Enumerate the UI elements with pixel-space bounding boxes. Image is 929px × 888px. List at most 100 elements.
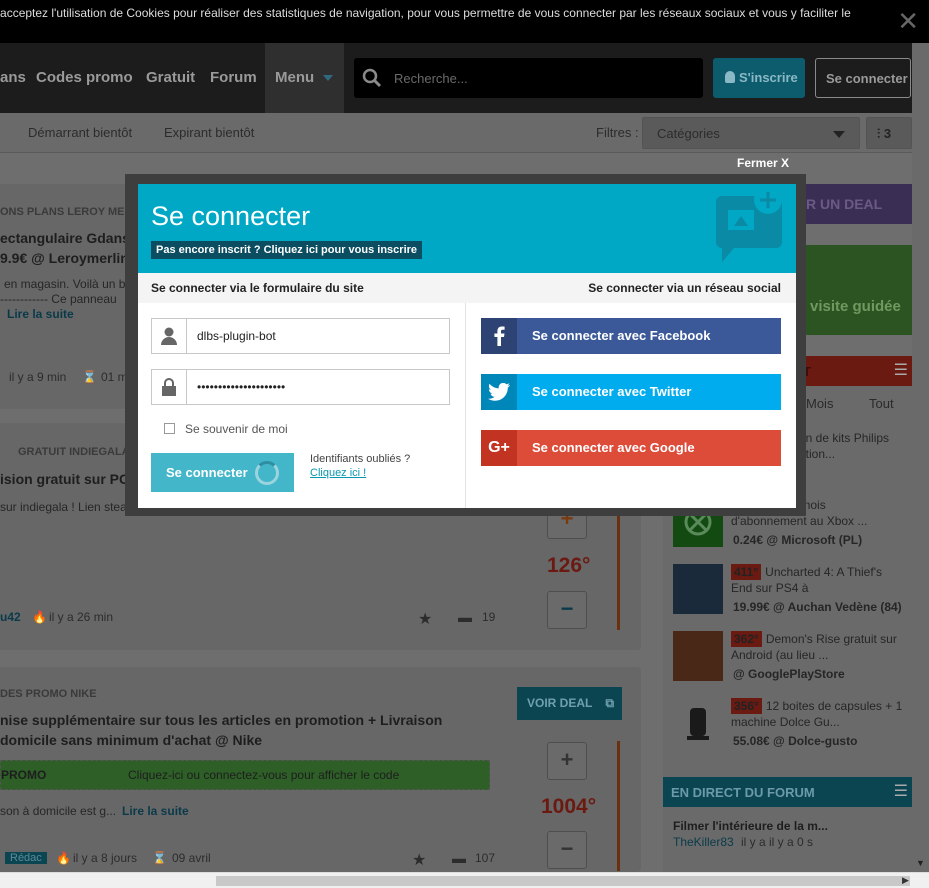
comment-count[interactable]: 19 <box>482 610 495 624</box>
vertical-scrollbar[interactable]: ▼ <box>912 43 929 872</box>
modal-subheader: Se connecter via le formulaire du site S… <box>138 273 796 303</box>
deal-time: il y a 9 min <box>9 370 67 384</box>
menu-label: Menu <box>275 69 315 86</box>
forgot-credentials: Identifiants oubliés ? Cliquez ici ! <box>310 452 410 480</box>
deal-shop[interactable]: GRATUIT INDIEGALA <box>18 446 130 458</box>
deal-title-line1[interactable]: ectangulaire Gdansk <box>0 228 138 248</box>
nav-link-gratuit[interactable]: Gratuit <box>146 69 195 86</box>
nav-link-bons-plans[interactable]: ans <box>0 69 26 86</box>
forum-body: Filmer l'intérieure de la m... TheKiller… <box>663 807 912 872</box>
read-more-link[interactable]: Lire la suite <box>122 804 189 818</box>
sort-icon[interactable]: ☰ <box>894 781 908 801</box>
google-login-button[interactable]: G+ Se connecter avec Google <box>481 430 781 466</box>
flame-icon: 🔥 <box>56 851 71 865</box>
hot-deal-item[interactable]: 411° Uncharted 4: A Thief's End sur PS4 à… <box>673 564 903 624</box>
hot-deal-temperature: 356° <box>731 698 762 714</box>
nav-link-forum[interactable]: Forum <box>210 69 257 86</box>
forum-header: EN DIRECT DU FORUM ☰ <box>663 777 912 807</box>
promo-code-text: Cliquez-ici ou connectez-vous pour affic… <box>128 768 400 782</box>
read-more-link[interactable]: Lire la suite <box>7 307 74 321</box>
username-input[interactable] <box>197 328 442 344</box>
comment-icon[interactable]: ▬ <box>452 850 466 866</box>
filter-count-button[interactable]: ⫶ 3 <box>866 117 912 149</box>
hot-deal-item[interactable]: 362° Demon's Rise gratuit sur Android (au… <box>673 631 903 691</box>
deal-time: il y a 8 jours <box>73 851 138 865</box>
promo-code-box[interactable]: PROMO Cliquez-ici ou connectez-vous pour… <box>0 760 490 790</box>
deal-text: en magasin. Voilà un bo <box>4 277 133 291</box>
password-field[interactable] <box>151 369 450 405</box>
deal-shop[interactable]: ONS PLANS LEROY MERLI <box>0 206 142 218</box>
checkbox-icon[interactable] <box>164 423 175 434</box>
deal-title-line2[interactable]: domicile sans minimum d'achat @ Nike <box>0 730 262 750</box>
vote-up-button[interactable]: + <box>547 742 587 780</box>
star-icon[interactable]: ★ <box>418 609 432 629</box>
hot-deal-price: 55.08€ @ Dolce-gusto <box>733 734 858 748</box>
deal-title-line1[interactable]: ision gratuit sur PC ( <box>0 469 138 489</box>
hot-deal-title: 356° 12 boites de capsules + 1 machine Do… <box>731 698 903 730</box>
user-icon <box>152 319 187 353</box>
username-field[interactable] <box>151 318 450 354</box>
close-icon[interactable]: ✕ <box>897 8 919 34</box>
star-icon[interactable]: ★ <box>412 850 426 870</box>
tab-all[interactable]: Tout <box>869 396 894 411</box>
cookie-text: Vous acceptez l'utilisation de Cookies p… <box>0 6 851 20</box>
tab-starting-soon[interactable]: Démarrant bientôt <box>28 125 132 140</box>
register-link[interactable]: Pas encore inscrit ? Cliquez ici pour vo… <box>151 241 423 259</box>
comment-icon[interactable]: ▬ <box>458 609 472 625</box>
deal-expiry: 09 avril <box>172 851 211 865</box>
deal-title-line2[interactable]: 9.9€ @ Leroymerlin <box>0 248 129 268</box>
facebook-icon <box>481 318 517 354</box>
remember-me-label: Se souvenir de moi <box>185 422 288 436</box>
nav-link-codes-promo[interactable]: Codes promo <box>36 69 133 86</box>
login-button[interactable]: Se connecter <box>815 58 911 98</box>
filters-label: Filtres : <box>596 125 639 140</box>
hot-deal-title: on de kits Philips <box>799 431 890 445</box>
sort-icon[interactable]: ☰ <box>894 360 908 380</box>
signup-button[interactable]: S'inscrire <box>713 58 805 98</box>
post-deal-label: R UN DEAL <box>806 196 883 212</box>
chevron-down-icon <box>833 131 845 138</box>
staff-badge: Rédac <box>5 852 47 864</box>
vote-down-button[interactable]: − <box>547 591 587 629</box>
category-select[interactable]: Catégories <box>642 117 860 149</box>
deal-text: son à domicile est g... <box>0 804 117 818</box>
forum-item-title[interactable]: Filmer l'intérieure de la m... <box>673 819 828 833</box>
modal-header: Se connecter Pas encore inscrit ? Clique… <box>138 184 796 273</box>
hourglass-icon: ⌛ <box>152 851 167 865</box>
comment-count[interactable]: 107 <box>475 851 495 865</box>
remember-me-checkbox[interactable]: Se souvenir de moi <box>164 422 288 436</box>
modal-title: Se connecter <box>151 201 311 231</box>
deal-time: il y a 26 min <box>49 610 114 624</box>
vote-down-button[interactable]: − <box>547 831 587 869</box>
tab-month[interactable]: Mois <box>806 396 833 411</box>
modal-close-button[interactable]: Fermer X <box>737 156 789 170</box>
forum-item-user[interactable]: TheKiller83 <box>673 835 734 849</box>
password-input[interactable] <box>197 379 442 395</box>
external-link-icon: ⧉ <box>605 696 615 710</box>
deal-user[interactable]: u42 <box>0 610 21 624</box>
uncharted-thumbnail <box>673 564 723 614</box>
horizontal-scrollbar[interactable]: ▶ <box>0 872 929 888</box>
hot-deal-item[interactable]: 356° 12 boites de capsules + 1 machine Do… <box>673 698 903 758</box>
twitter-login-button[interactable]: Se connecter avec Twitter <box>481 374 781 410</box>
scroll-down-icon[interactable]: ▼ <box>916 858 925 868</box>
forum-item-time: il y a il y a 0 s <box>741 835 814 849</box>
search-input[interactable] <box>394 68 694 88</box>
deal-shop[interactable]: DES PROMO NIKE <box>0 688 97 700</box>
sliders-icon: ⫶ <box>877 126 881 141</box>
deal-title-line1[interactable]: nise supplémentaire sur tous les article… <box>0 710 442 730</box>
tab-expiring-soon[interactable]: Expirant bientôt <box>164 125 254 140</box>
demons-rise-thumbnail <box>673 631 723 681</box>
forgot-link[interactable]: Cliquez ici ! <box>310 467 366 479</box>
facebook-login-button[interactable]: Se connecter avec Facebook <box>481 318 781 354</box>
signup-label: S'inscrire <box>739 70 798 85</box>
search-icon[interactable] <box>362 68 382 93</box>
submit-login-button[interactable]: Se connecter <box>151 453 294 492</box>
menu-button[interactable]: Menu <box>265 43 344 113</box>
hot-deal-title: 362° Demon's Rise gratuit sur Android (au… <box>731 631 903 663</box>
scrollbar-thumb[interactable] <box>216 876 910 886</box>
category-value: Catégories <box>657 126 720 141</box>
hot-deal-temperature: 411° <box>731 564 762 580</box>
scroll-right-icon[interactable]: ▶ <box>902 875 909 886</box>
view-deal-button[interactable]: VOIR DEAL ⧉ <box>517 687 622 720</box>
